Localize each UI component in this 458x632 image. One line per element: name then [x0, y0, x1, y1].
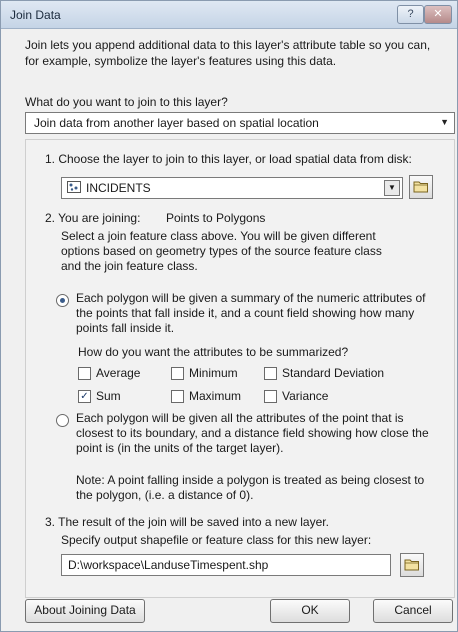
average-checkbox[interactable]: [78, 367, 91, 380]
note-text: Note: A point falling inside a polygon i…: [76, 473, 424, 503]
browse-output-button[interactable]: [400, 553, 424, 577]
open-folder-button[interactable]: [409, 175, 433, 199]
step2-desc-line-1: Select a join feature class above. You w…: [61, 229, 376, 243]
standard-deviation-label: Standard Deviation: [282, 366, 385, 380]
layer-value: INCIDENTS: [86, 181, 151, 195]
note-line-2: the polygon, (i.e. a distance of 0).: [76, 488, 254, 502]
maximum-label: Maximum: [189, 389, 242, 403]
step3-label: 3. The result of the join will be saved …: [45, 515, 329, 529]
step2-description: Select a join feature class above. You w…: [61, 229, 382, 274]
chevron-down-icon: ▼: [440, 117, 449, 127]
window-title: Join Data: [10, 8, 61, 22]
summary-question: How do you want the attributes to be sum…: [78, 345, 349, 359]
about-joining-data-button[interactable]: About Joining Data: [25, 599, 145, 623]
variance-checkbox[interactable]: [264, 390, 277, 403]
intro-text: Join lets you append additional data to …: [25, 37, 430, 69]
join-type-dropdown[interactable]: Join data from another layer based on sp…: [25, 112, 455, 134]
point-layer-icon: [67, 181, 81, 193]
join-question-label: What do you want to join to this layer?: [25, 95, 228, 109]
cancel-button[interactable]: Cancel: [373, 599, 453, 623]
step2-desc-line-2: options based on geometry types of the s…: [61, 244, 382, 258]
folder-icon: [404, 559, 419, 571]
note-line-1: Note: A point falling inside a polygon i…: [76, 473, 425, 487]
sum-checkbox[interactable]: ✓: [78, 390, 91, 403]
closest-option-text: Each polygon will be given all the attri…: [76, 411, 429, 456]
chevron-down-icon[interactable]: ▼: [384, 180, 400, 196]
option2-line-3: point is (in the units of the target lay…: [76, 441, 284, 455]
option2-line-1: Each polygon will be given all the attri…: [76, 411, 404, 425]
minimum-label: Minimum: [189, 366, 238, 380]
ok-button[interactable]: OK: [270, 599, 350, 623]
maximum-checkbox[interactable]: [171, 390, 184, 403]
intro-line-1: Join lets you append additional data to …: [25, 38, 431, 52]
step2-label: 2. You are joining:: [45, 211, 141, 225]
summary-option-text: Each polygon will be given a summary of …: [76, 291, 426, 336]
output-path-input[interactable]: D:\workspace\LanduseTimespent.shp: [61, 554, 391, 576]
folder-icon: [413, 181, 428, 193]
output-path-value: D:\workspace\LanduseTimespent.shp: [68, 558, 269, 572]
standard-deviation-checkbox[interactable]: [264, 367, 277, 380]
variance-label: Variance: [282, 389, 329, 403]
step2-desc-line-3: and the join feature class.: [61, 259, 198, 273]
option1-line-1: Each polygon will be given a summary of …: [76, 291, 426, 305]
intro-line-2: for example, symbolize the layer's featu…: [25, 54, 337, 68]
check-mark-icon: ✓: [80, 391, 89, 402]
option2-line-2: closest to its boundary, and a distance …: [76, 426, 429, 440]
average-label: Average: [96, 366, 141, 380]
minimum-checkbox[interactable]: [171, 367, 184, 380]
join-data-dialog: Join Data ? ✕ Join lets you append addit…: [0, 0, 458, 632]
step3-sub-label: Specify output shapefile or feature clas…: [61, 533, 372, 547]
option1-line-2: the points that fall inside it, and a co…: [76, 306, 415, 320]
step1-label: 1. Choose the layer to join to this laye…: [45, 152, 412, 166]
option1-line-3: points fall inside it.: [76, 321, 175, 335]
closest-option-radio[interactable]: [56, 414, 69, 427]
title-bar: Join Data ? ✕: [1, 1, 457, 29]
joining-type-value: Points to Polygons: [166, 211, 266, 225]
layer-dropdown[interactable]: INCIDENTS ▼: [61, 177, 403, 199]
summary-option-radio[interactable]: [56, 294, 69, 307]
sum-label: Sum: [96, 389, 121, 403]
help-button[interactable]: ?: [397, 5, 424, 24]
join-type-value: Join data from another layer based on sp…: [34, 116, 319, 130]
close-button[interactable]: ✕: [424, 5, 452, 24]
